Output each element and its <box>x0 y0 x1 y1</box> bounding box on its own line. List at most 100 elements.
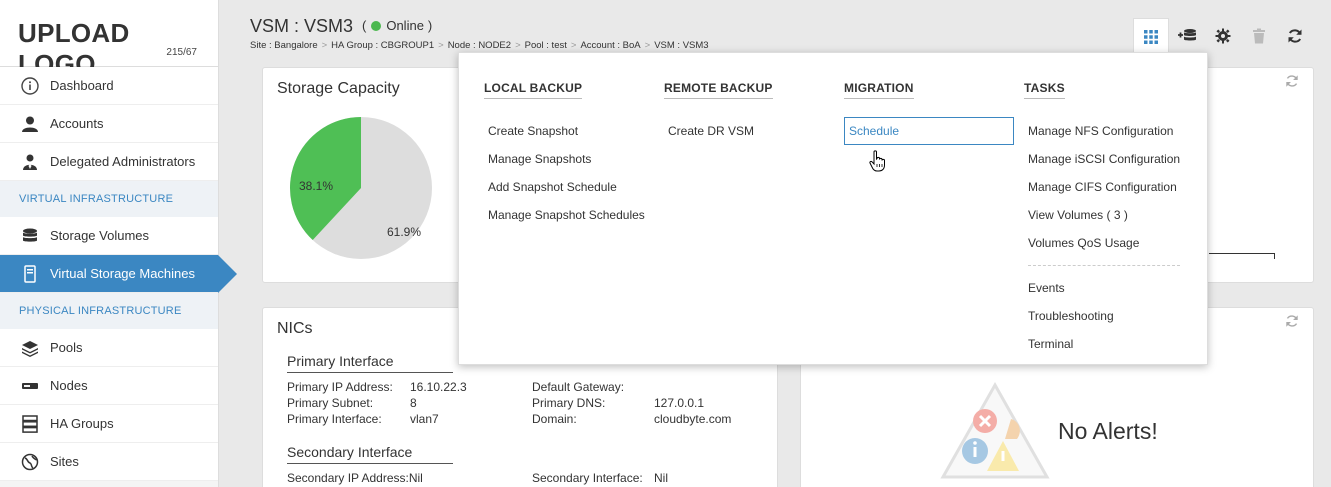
secondary-interface-label: Secondary Interface: <box>532 471 643 485</box>
breadcrumb-account[interactable]: Account : BoA <box>580 40 640 51</box>
primary-interface-heading: Primary Interface <box>287 353 453 373</box>
status-text: Online <box>386 18 424 33</box>
primary-interface-label: Primary Interface: <box>287 412 382 426</box>
menu-create-dr-vsm[interactable]: Create DR VSM <box>664 117 773 145</box>
add-storage-button[interactable] <box>1169 20 1205 52</box>
menu-events[interactable]: Events <box>1024 274 1184 302</box>
menu-add-snapshot-schedule[interactable]: Add Snapshot Schedule <box>484 173 649 201</box>
info-icon <box>20 76 40 96</box>
refresh-button[interactable] <box>1277 20 1313 52</box>
status-badge: (Online) <box>362 18 433 33</box>
remote-backup-heading: REMOTE BACKUP <box>664 81 773 99</box>
menu-manage-iscsi-configuration[interactable]: Manage iSCSI Configuration <box>1024 145 1184 173</box>
menu-manage-snapshot-schedules[interactable]: Manage Snapshot Schedules <box>484 201 649 229</box>
menu-manage-cifs-configuration[interactable]: Manage CIFS Configuration <box>1024 173 1184 201</box>
breadcrumb-ha-group[interactable]: HA Group : CBGROUP1 <box>331 40 434 51</box>
sidebar-item-label: HA Groups <box>50 416 114 431</box>
secondary-interface-heading: Secondary Interface <box>287 444 453 464</box>
sidebar-item-dashboard[interactable]: Dashboard <box>0 67 218 105</box>
server-stack-icon <box>20 414 40 434</box>
no-alerts-text: No Alerts! <box>1058 418 1158 444</box>
grid-menu-button[interactable] <box>1133 18 1169 54</box>
primary-ip-label: Primary IP Address: <box>287 380 393 394</box>
domain-label: Domain: <box>532 412 577 426</box>
alerts-illustration-icon <box>940 381 1050 479</box>
logo[interactable]: UPLOAD LOGO 215/67 <box>0 0 218 79</box>
sidebar-item-storage-volumes[interactable]: Storage Volumes <box>0 217 218 255</box>
primary-subnet-value: 8 <box>410 396 417 410</box>
user-icon <box>20 114 40 134</box>
hand-cursor-icon <box>869 150 885 172</box>
primary-interface-value: vlan7 <box>410 412 439 426</box>
toolbar <box>1133 18 1313 54</box>
panel-refresh-icon[interactable] <box>1285 74 1299 92</box>
refresh-icon <box>1288 29 1302 43</box>
grid-icon <box>1144 29 1158 44</box>
tasks-column: TASKS Manage NFS Configuration Manage iS… <box>1024 79 1184 358</box>
admin-icon <box>20 152 40 172</box>
sidebar-item-label: Dashboard <box>50 78 114 93</box>
menu-create-snapshot[interactable]: Create Snapshot <box>484 117 649 145</box>
sidebar-item-ha-groups[interactable]: HA Groups <box>0 405 218 443</box>
domain-value: cloudbyte.com <box>654 412 732 426</box>
breadcrumb-pool[interactable]: Pool : test <box>525 40 567 51</box>
menu-schedule[interactable]: Schedule <box>844 117 1014 145</box>
online-status-dot <box>371 20 382 31</box>
vsm-icon <box>20 264 40 284</box>
secondary-interface-value: Nil <box>654 471 668 485</box>
migration-heading: MIGRATION <box>844 81 914 99</box>
menu-manage-snapshots[interactable]: Manage Snapshots <box>484 145 649 173</box>
breadcrumb-site[interactable]: Site : Bangalore <box>250 40 318 51</box>
sidebar-item-label: Accounts <box>50 116 104 131</box>
layers-icon <box>20 338 40 358</box>
menu-terminal[interactable]: Terminal <box>1024 330 1184 358</box>
trash-icon <box>1253 28 1265 44</box>
panel-refresh-icon[interactable] <box>1285 314 1299 332</box>
sidebar-item-label: Delegated Administrators <box>50 154 196 169</box>
menu-volumes-qos-usage[interactable]: Volumes QoS Usage <box>1024 229 1184 257</box>
actions-dropdown-menu: LOCAL BACKUP Create Snapshot Manage Snap… <box>458 52 1208 365</box>
logo-dimensions: 215/67 <box>166 47 197 58</box>
breadcrumb-node[interactable]: Node : NODE2 <box>448 40 511 51</box>
sidebar-item-nodes[interactable]: Nodes <box>0 367 218 405</box>
nics-title: NICs <box>277 320 313 337</box>
chart-axis-line <box>1209 253 1275 259</box>
section-physical-infrastructure: PHYSICAL INFRASTRUCTURE <box>0 293 218 329</box>
add-database-icon <box>1178 29 1196 41</box>
node-icon <box>20 376 40 396</box>
breadcrumb: Site : Bangalore > HA Group : CBGROUP1 > N… <box>250 40 709 51</box>
menu-troubleshooting[interactable]: Troubleshooting <box>1024 302 1184 330</box>
breadcrumb-vsm[interactable]: VSM : VSM3 <box>654 40 708 51</box>
sidebar-item-virtual-storage-machines[interactable]: Virtual Storage Machines <box>0 255 237 293</box>
sidebar-item-pools[interactable]: Pools <box>0 329 218 367</box>
sidebar-item-label: Storage Volumes <box>50 228 150 243</box>
menu-separator <box>1028 265 1180 266</box>
menu-view-volumes[interactable]: View Volumes ( 3 ) <box>1024 201 1184 229</box>
gear-icon <box>1215 28 1231 44</box>
primary-dns-value: 127.0.0.1 <box>654 396 705 410</box>
sidebar-item-delegated-administrators[interactable]: Delegated Administrators <box>0 143 218 181</box>
delete-button[interactable] <box>1241 20 1277 52</box>
sidebar-item-label: Virtual Storage Machines <box>50 266 196 281</box>
menu-manage-nfs-configuration[interactable]: Manage NFS Configuration <box>1024 117 1184 145</box>
sidebar-item-label: Nodes <box>50 378 88 393</box>
tasks-heading: TASKS <box>1024 81 1065 99</box>
sidebar-item-accounts[interactable]: Accounts <box>0 105 218 143</box>
sidebar-item-sites[interactable]: Sites <box>0 443 218 481</box>
pie-used-label: 38.1% <box>299 179 333 193</box>
sidebar-item-label: Pools <box>50 340 83 355</box>
remote-backup-column: REMOTE BACKUP Create DR VSM <box>664 79 773 145</box>
sidebar-item-label: Sites <box>50 454 79 469</box>
migration-column: MIGRATION Schedule <box>844 79 1014 172</box>
primary-dns-label: Primary DNS: <box>532 396 606 410</box>
local-backup-column: LOCAL BACKUP Create Snapshot Manage Snap… <box>484 79 649 229</box>
globe-icon <box>20 452 40 472</box>
database-icon <box>20 226 40 246</box>
pie-free-label: 61.9% <box>387 225 421 239</box>
primary-subnet-label: Primary Subnet: <box>287 396 374 410</box>
settings-button[interactable] <box>1205 20 1241 52</box>
secondary-ip-label: Secondary IP Address:Nil <box>287 471 423 485</box>
default-gateway-label: Default Gateway: <box>532 380 625 394</box>
page-title: VSM : VSM3 <box>250 16 354 36</box>
primary-ip-value: 16.10.22.3 <box>410 380 467 394</box>
